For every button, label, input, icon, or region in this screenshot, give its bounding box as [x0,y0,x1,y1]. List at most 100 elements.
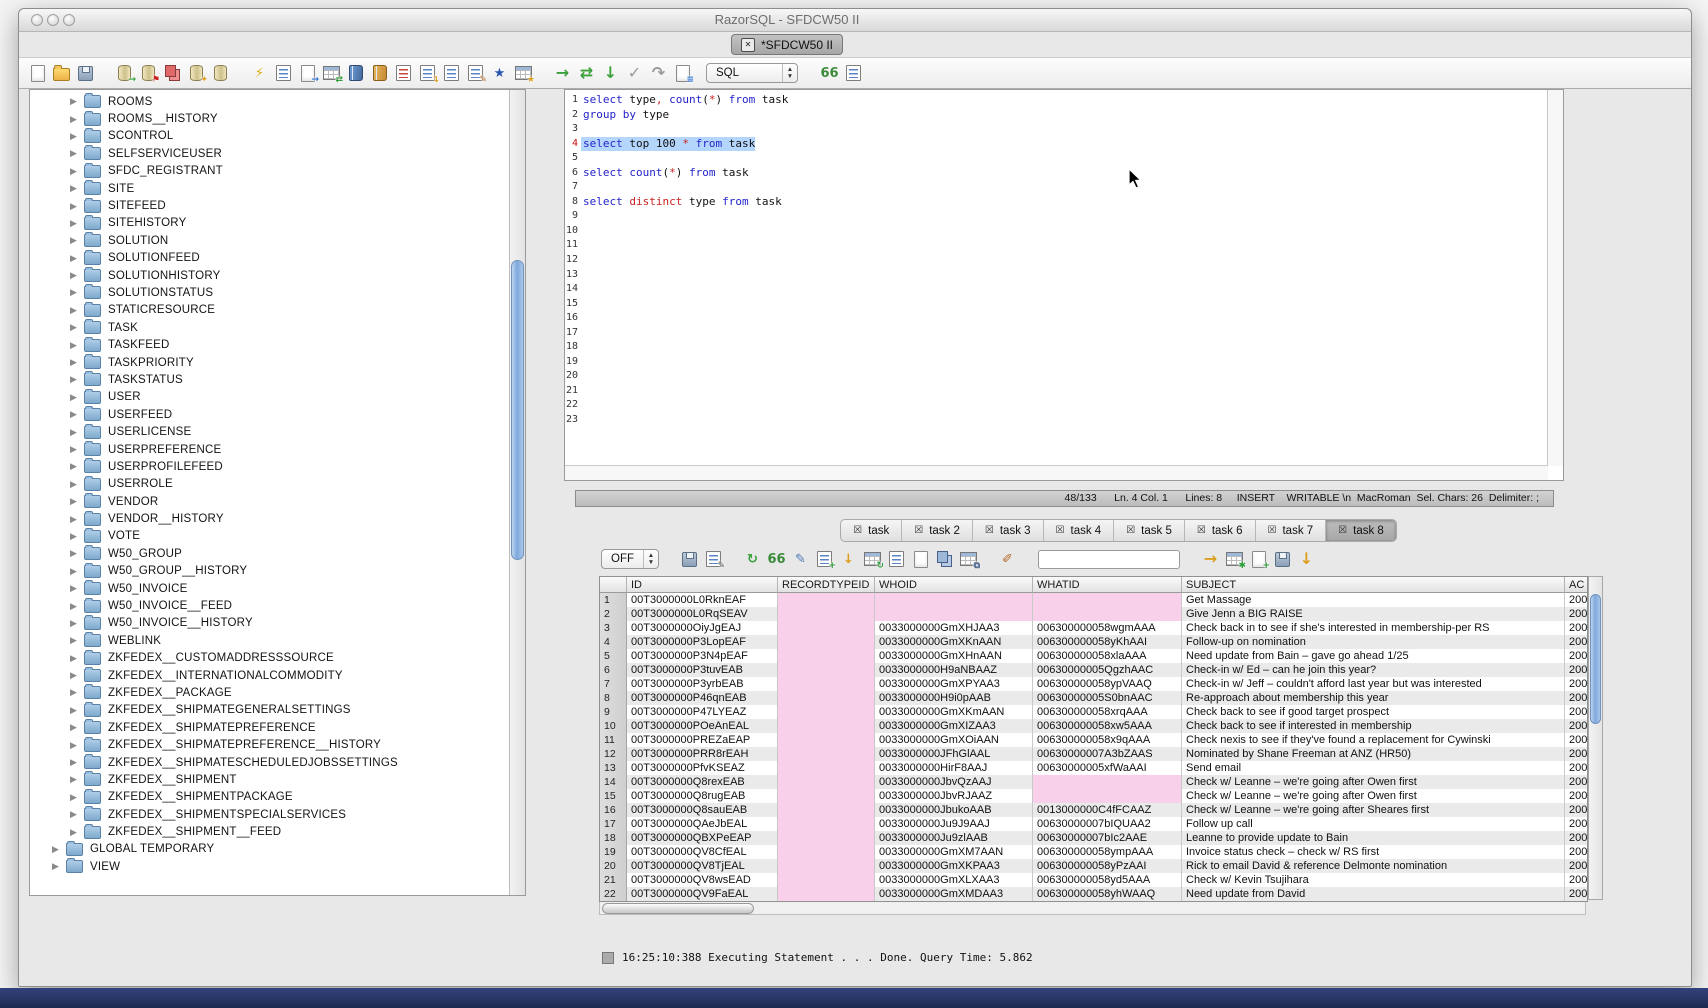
copy-table-icon[interactable]: ⧉ [960,550,977,568]
tree-item-userpreference[interactable]: ▶USERPREFERENCE [30,441,525,458]
disclosure-triangle-icon[interactable]: ▶ [70,97,79,106]
close-result-tab-icon[interactable]: ☒ [853,526,862,536]
disconnect-database-icon[interactable]: ⚑ [140,64,157,82]
save-file-icon[interactable] [77,64,94,82]
grid-vscrollbar[interactable] [1588,576,1603,900]
disclosure-triangle-icon[interactable]: ▶ [70,793,79,802]
disclosure-triangle-icon[interactable]: ▶ [70,341,79,350]
close-result-tab-icon[interactable]: ☒ [914,526,923,536]
grid-hscrollbar[interactable] [599,902,1586,915]
grid-row[interactable]: 100T3000000L0RknEAFGet Massage200 [600,593,1587,607]
highlight-pin-icon[interactable]: ✐ [999,550,1016,568]
grid-row[interactable]: 1700T3000000QAeJbEAL0033000000Ju9J9AAJ00… [600,817,1587,831]
grid-row[interactable]: 800T3000000P46qnEAB0033000000H9i0pAAB006… [600,691,1587,705]
disclosure-triangle-icon[interactable]: ▶ [70,671,79,680]
edit-cell-icon[interactable]: ✎ [792,550,809,568]
disclosure-triangle-icon[interactable]: ▶ [70,254,79,263]
tree-item-staticresource[interactable]: ▶STATICRESOURCE [30,302,525,319]
column-header-subject[interactable]: SUBJECT [1182,577,1565,593]
quote-results-icon[interactable]: 66 [768,550,785,568]
expand-tree-icon[interactable]: + [816,550,833,568]
tree-item-site[interactable]: ▶SITE [30,180,525,197]
new-connection-icon[interactable]: ✦ [188,64,205,82]
go-down-icon[interactable]: ↓ [602,64,619,82]
select-columns-icon[interactable] [888,550,905,568]
tree-item-user[interactable]: ▶USER [30,389,525,406]
refresh-results-icon[interactable]: ↻ [744,550,761,568]
tree-item-selfserviceuser[interactable]: ▶SELFSERVICEUSER [30,145,525,162]
result-tab-task-2[interactable]: ☒task 2 [901,520,972,541]
document-tab[interactable]: ✕ *SFDCW50 II [731,34,843,55]
disclosure-triangle-icon[interactable]: ▶ [52,845,61,854]
tree-item-zkfedex-shipmatescheduledjobssettings[interactable]: ▶ZKFEDEX__SHIPMATESCHEDULEDJOBSSETTINGS [30,754,525,771]
tree-item-rooms-history[interactable]: ▶ROOMS__HISTORY [30,110,525,127]
close-result-tab-icon[interactable]: ☒ [1126,526,1135,536]
copy-cells-icon[interactable] [936,550,953,568]
disclosure-triangle-icon[interactable]: ▶ [70,515,79,524]
grid-row[interactable]: 1600T3000000Q8sauEAB0033000000JbukoAAB00… [600,803,1587,817]
tree-item-userlicense[interactable]: ▶USERLICENSE [30,423,525,440]
connect-database-icon[interactable]: → [116,64,133,82]
result-tab-task-6[interactable]: ☒task 6 [1184,520,1255,541]
disclosure-triangle-icon[interactable]: ▶ [70,219,79,228]
tree-item-zkfedex-shipmatepreference-history[interactable]: ▶ZKFEDEX__SHIPMATEPREFERENCE__HISTORY [30,736,525,753]
disclosure-triangle-icon[interactable]: ▶ [70,775,79,784]
disclosure-triangle-icon[interactable]: ▶ [70,202,79,211]
disclosure-triangle-icon[interactable]: ▶ [70,636,79,645]
grid-row[interactable]: 500T3000000P3N4pEAF0033000000GmXHnAAN006… [600,649,1587,663]
tree-item-zkfedex-shipment[interactable]: ▶ZKFEDEX__SHIPMENT [30,771,525,788]
disclosure-triangle-icon[interactable]: ▶ [70,619,79,628]
tree-item-w50-invoice-history[interactable]: ▶W50_INVOICE__HISTORY [30,615,525,632]
results-search-input[interactable] [1038,550,1180,569]
swap-statement-icon[interactable]: ⇄ [578,64,595,82]
disclosure-triangle-icon[interactable]: ▶ [70,567,79,576]
tree-item-view[interactable]: ▶VIEW [30,858,525,875]
disclosure-triangle-icon[interactable]: ▶ [70,497,79,506]
validate-check-icon[interactable]: ✓ [626,64,643,82]
import-list-icon[interactable]: ↴ [419,64,436,82]
auto-commit-select[interactable]: OFF ▲▼ [601,549,659,569]
disclosure-triangle-icon[interactable]: ▶ [70,271,79,280]
tree-item-scontrol[interactable]: ▶SCONTROL [30,128,525,145]
disclosure-triangle-icon[interactable]: ▶ [70,306,79,315]
execute-sql-icon[interactable]: ⚡ [251,64,268,82]
tree-item-global-temporary[interactable]: ▶GLOBAL TEMPORARY [30,841,525,858]
statement-type-select[interactable]: SQL ▲▼ [706,63,798,83]
open-file-icon[interactable] [53,64,70,82]
close-result-tab-icon[interactable]: ☒ [985,526,994,536]
close-result-tab-icon[interactable]: ☒ [1338,526,1347,536]
disclosure-triangle-icon[interactable]: ▶ [70,375,79,384]
disclosure-triangle-icon[interactable]: ▶ [70,393,79,402]
column-header-whatid[interactable]: WHATID [1033,577,1182,593]
table-favorite-icon[interactable]: ★ [515,64,532,82]
disclosure-triangle-icon[interactable]: ▶ [70,602,79,611]
grid-row[interactable]: 1300T3000000PfvKSEAZ0033000000HirF8AAJ00… [600,761,1587,775]
grid-row[interactable]: 400T3000000P3LopEAF0033000000GmXKnAAN006… [600,635,1587,649]
tree-item-zkfedex-package[interactable]: ▶ZKFEDEX__PACKAGE [30,684,525,701]
insert-row-icon[interactable]: ↓ [840,550,857,568]
tree-item-vendor-history[interactable]: ▶VENDOR__HISTORY [30,510,525,527]
disclosure-triangle-icon[interactable]: ▶ [70,828,79,837]
disclosure-triangle-icon[interactable]: ▶ [70,741,79,750]
tree-item-zkfedex-shipmatepreference[interactable]: ▶ZKFEDEX__SHIPMATEPREFERENCE [30,719,525,736]
tree-item-sfdc-registrant[interactable]: ▶SFDC_REGISTRANT [30,163,525,180]
tree-item-taskstatus[interactable]: ▶TASKSTATUS [30,371,525,388]
tree-item-solution[interactable]: ▶SOLUTION [30,232,525,249]
grid-row[interactable]: 200T3000000L0RqSEAVGive Jenn a BIG RAISE… [600,607,1587,621]
grid-row[interactable]: 1900T3000000QV8CfEAL0033000000GmXM7AAN00… [600,845,1587,859]
grid-row[interactable]: 1100T3000000PREZaEAP0033000000GmXOiAAN00… [600,733,1587,747]
grid-row[interactable]: 2000T3000000QV8TjEAL0033000000GmXKPAA300… [600,859,1587,873]
redo-icon[interactable]: ↷ [650,64,667,82]
go-forward-icon[interactable]: → [554,64,571,82]
grid-row[interactable]: 300T3000000OiyJgEAJ0033000000GmXHJAA3006… [600,621,1587,635]
disclosure-triangle-icon[interactable]: ▶ [70,115,79,124]
format-sql-icon[interactable] [395,64,412,82]
grid-row[interactable]: 2200T3000000QV9FaEAL0033000000GmXMDAA300… [600,887,1587,901]
grid-hscrollbar-thumb[interactable] [602,903,754,914]
disclosure-triangle-icon[interactable]: ▶ [70,549,79,558]
tree-item-w50-group[interactable]: ▶W50_GROUP [30,545,525,562]
help-book-icon[interactable] [371,64,388,82]
disclosure-triangle-icon[interactable]: ▶ [70,758,79,767]
close-result-tab-icon[interactable]: ☒ [1268,526,1277,536]
disclosure-triangle-icon[interactable]: ▶ [70,480,79,489]
